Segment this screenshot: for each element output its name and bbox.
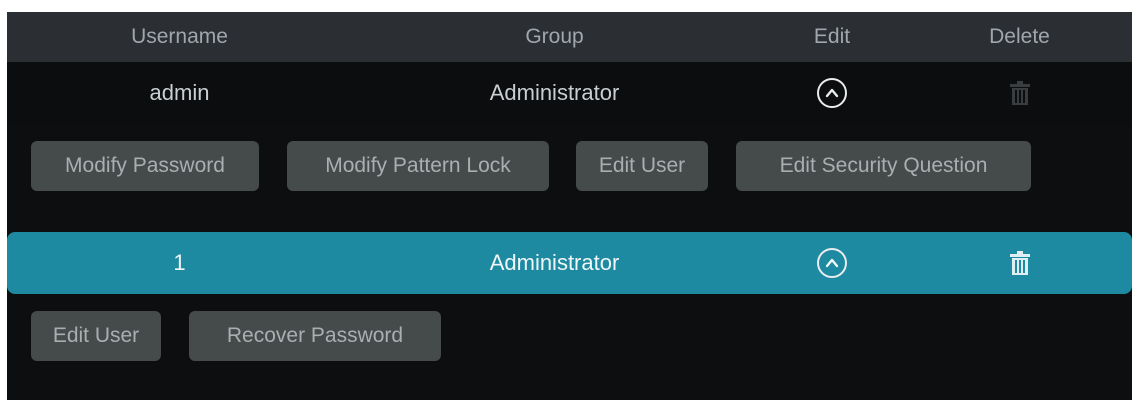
row-actions: Edit User Recover Password [7,310,1132,362]
chevron-up-circle-icon[interactable] [817,78,847,108]
chevron-up-circle-icon[interactable] [817,248,847,278]
trash-icon[interactable] [1008,249,1032,277]
row-actions: Modify Password Modify Pattern Lock Edit… [7,140,1132,192]
delete-cell [907,232,1132,294]
edit-user-button[interactable]: Edit User [576,141,708,191]
edit-cell [757,232,907,294]
username-cell: 1 [173,250,186,275]
header-delete: Delete [989,25,1050,48]
table-row[interactable]: admin Administrator [7,62,1132,124]
header-edit: Edit [813,25,851,48]
table-header: Username Group Edit Delete [7,12,1132,62]
edit-user-button[interactable]: Edit User [31,311,161,361]
trash-icon[interactable] [1008,79,1032,107]
username-cell: admin [149,80,210,105]
group-cell: Administrator [489,80,620,105]
table-row-selected[interactable]: 1 Administrator [7,232,1132,294]
modify-pattern-lock-button[interactable]: Modify Pattern Lock [287,141,549,191]
group-cell: Administrator [489,250,620,275]
edit-security-question-button[interactable]: Edit Security Question [736,141,1031,191]
header-username: Username [131,25,228,48]
header-group: Group [525,25,584,48]
modify-password-button[interactable]: Modify Password [31,141,259,191]
user-management-table: Username Group Edit Delete admin Adminis… [7,12,1132,400]
delete-cell [907,62,1132,124]
recover-password-button[interactable]: Recover Password [189,311,441,361]
edit-cell [757,62,907,124]
